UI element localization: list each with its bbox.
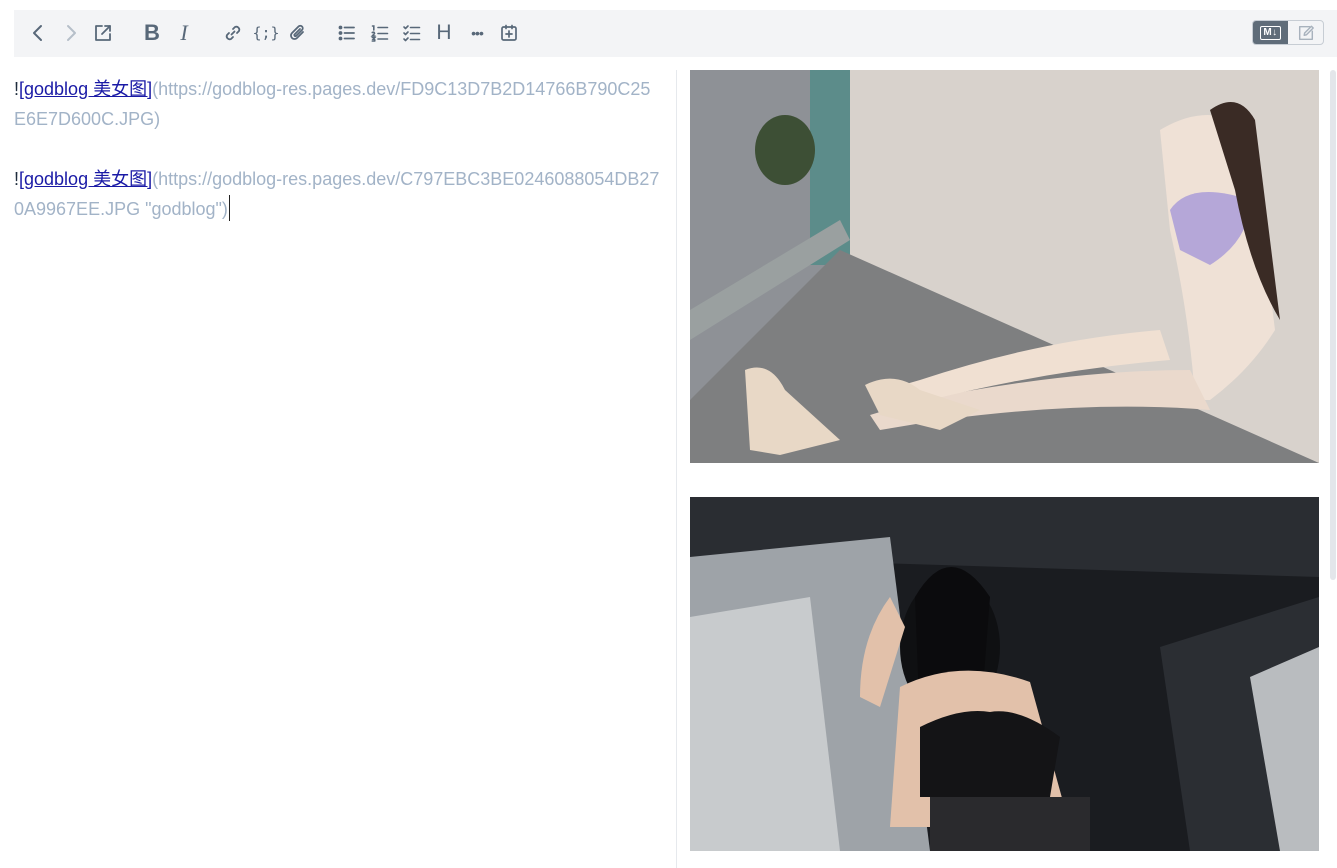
heading-icon[interactable]: H bbox=[432, 21, 456, 45]
markdown-preview bbox=[690, 70, 1319, 868]
markdown-mode-button[interactable]: M↓ bbox=[1253, 21, 1288, 44]
editor-mode-toggle: M↓ bbox=[1252, 20, 1324, 45]
link-icon[interactable] bbox=[221, 21, 245, 45]
image-alt-link[interactable]: [godblog 美女图] bbox=[19, 169, 152, 189]
preview-image bbox=[690, 70, 1319, 463]
forward-icon[interactable] bbox=[59, 21, 83, 45]
more-icon[interactable]: ••• bbox=[465, 21, 489, 45]
numbered-list-icon[interactable] bbox=[368, 21, 392, 45]
insert-date-icon[interactable] bbox=[497, 21, 521, 45]
image-markdown-line: ![godblog 美女图](https://godblog-res.pages… bbox=[14, 74, 662, 134]
preview-scrollbar[interactable] bbox=[1330, 70, 1336, 580]
editor-toolbar: B I {;} H ••• M↓ bbox=[14, 10, 1337, 57]
code-block-icon[interactable]: {;} bbox=[252, 21, 279, 45]
image-alt-link[interactable]: [godblog 美女图] bbox=[19, 79, 152, 99]
rich-edit-mode-button[interactable] bbox=[1288, 21, 1323, 44]
italic-icon[interactable]: I bbox=[172, 21, 196, 45]
preview-image bbox=[690, 497, 1319, 851]
back-icon[interactable] bbox=[26, 21, 50, 45]
edit-icon bbox=[1298, 25, 1314, 40]
pane-divider[interactable] bbox=[676, 70, 677, 868]
bullet-list-icon[interactable] bbox=[335, 21, 359, 45]
attachment-icon[interactable] bbox=[286, 21, 310, 45]
bold-icon[interactable]: B bbox=[140, 21, 164, 45]
checklist-icon[interactable] bbox=[400, 21, 424, 45]
markdown-icon: M↓ bbox=[1260, 25, 1281, 40]
external-link-icon[interactable] bbox=[91, 21, 115, 45]
markdown-editor[interactable]: ![godblog 美女图](https://godblog-res.pages… bbox=[14, 74, 662, 868]
image-markdown-line: ![godblog 美女图](https://godblog-res.pages… bbox=[14, 164, 662, 224]
text-caret bbox=[228, 195, 230, 221]
